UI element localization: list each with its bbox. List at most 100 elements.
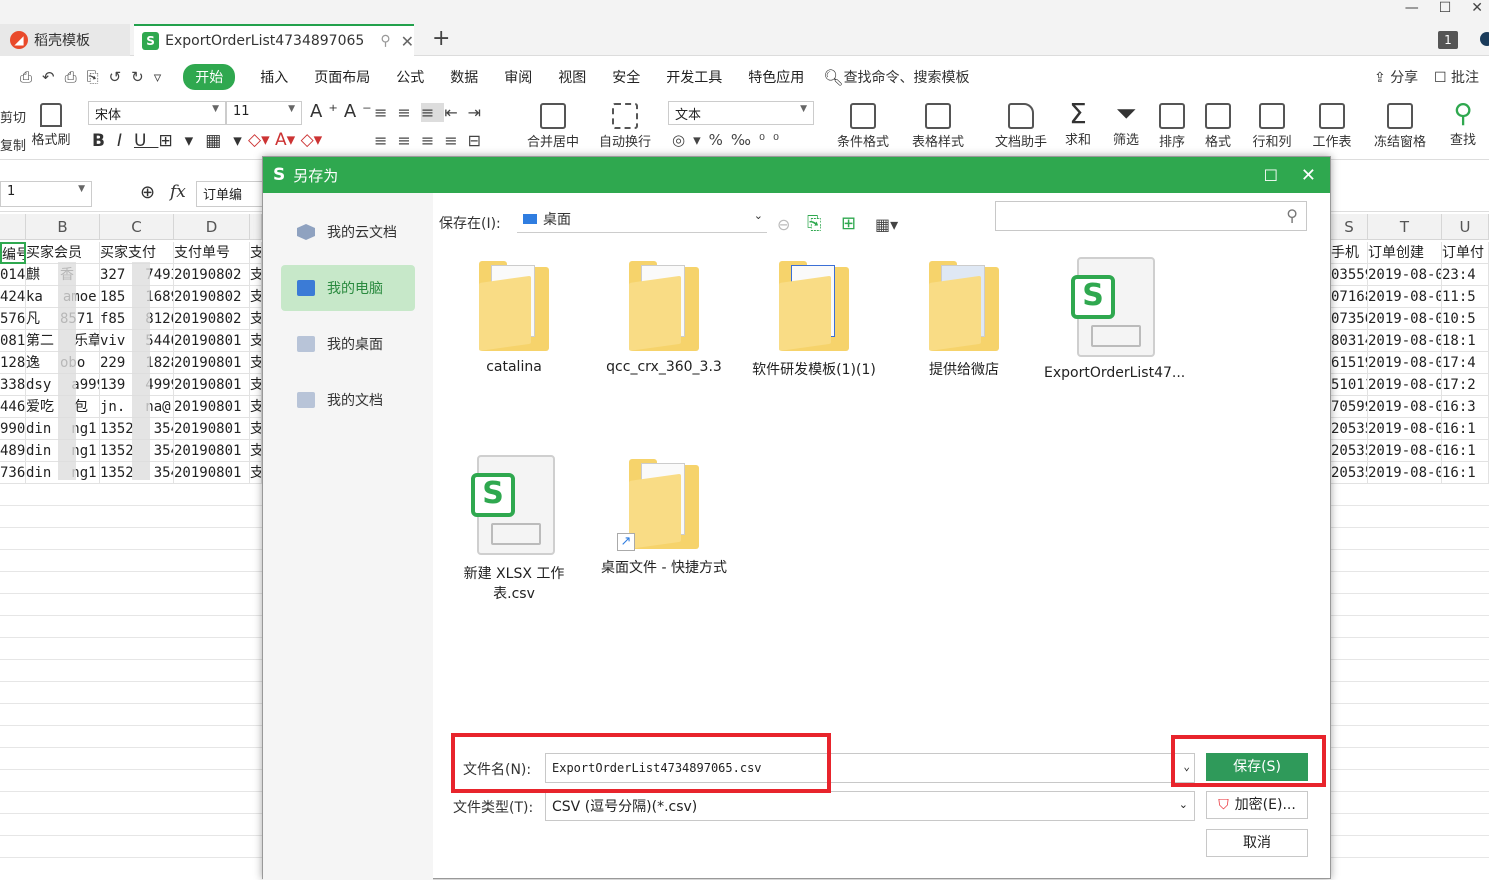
cell[interactable]: 2019-08-01 <box>1368 396 1442 418</box>
column-header-D[interactable]: D <box>174 214 250 240</box>
cell[interactable]: 支 <box>250 352 262 374</box>
cell[interactable]: 买家会员 <box>26 242 100 264</box>
cell[interactable]: 支 <box>250 440 262 462</box>
up-folder-icon[interactable]: ⎘ <box>807 213 821 234</box>
cell[interactable]: 编号 <box>0 242 26 264</box>
menu-data[interactable]: 数据 <box>437 67 491 87</box>
tab-docer-templates[interactable]: ◢ 稻壳模板 <box>0 24 130 56</box>
align-bottom-icons[interactable]: ≡≡≡≡⊟ <box>374 131 491 150</box>
file-item-desktop-shortcut[interactable]: ↗ 桌面文件 - 快捷方式 <box>594 459 734 577</box>
cell[interactable]: 2019-08-02 <box>1368 264 1442 286</box>
cell[interactable]: 20190801 <box>174 330 250 352</box>
column-header-S[interactable]: S <box>1331 214 1368 240</box>
share-button[interactable]: ⇪ 分享 <box>1374 67 1418 87</box>
cell[interactable]: 2019-08-01 <box>1368 418 1442 440</box>
format-button[interactable]: 格式 <box>1198 103 1238 150</box>
find-button[interactable]: ⚲ 查找 <box>1440 99 1486 148</box>
font-grow-shrink-icons[interactable]: A⁺A⁻ <box>310 101 378 122</box>
column-header-T[interactable]: T <box>1368 214 1442 240</box>
view-mode-icon[interactable]: ▦▾ <box>875 215 898 234</box>
empty-row[interactable] <box>0 594 262 616</box>
empty-row[interactable] <box>0 638 262 660</box>
cell[interactable]: 70599 <box>1331 396 1368 418</box>
sidebar-item-my-documents[interactable]: 我的文档 <box>281 377 415 423</box>
cell[interactable]: 16:3 <box>1442 396 1489 418</box>
cell[interactable]: 07350 <box>1331 308 1368 330</box>
cut-button[interactable]: 剪切 <box>0 107 26 126</box>
cell[interactable]: 支 <box>250 462 262 484</box>
cell[interactable]: 订单付 <box>1442 242 1489 264</box>
new-tab-button[interactable]: + <box>432 26 450 51</box>
close-window-icon[interactable]: ✕ <box>1471 0 1483 20</box>
cell[interactable]: 0819 <box>0 330 26 352</box>
menu-developer[interactable]: 开发工具 <box>653 67 735 87</box>
close-dialog-icon[interactable]: ✕ <box>1301 165 1316 186</box>
menu-features[interactable]: 特色应用 <box>735 67 817 87</box>
file-item-dev-template[interactable]: 软件研发模板(1)(1) <box>744 261 884 379</box>
location-select[interactable]: 桌面 ⌄ <box>517 209 767 233</box>
cell[interactable]: 20190801 <box>174 352 250 374</box>
empty-row[interactable] <box>1331 616 1489 638</box>
file-item-weidian[interactable]: 提供给微店 <box>894 261 1034 379</box>
empty-row[interactable] <box>0 770 262 792</box>
cancel-button[interactable]: 取消 <box>1206 829 1308 857</box>
empty-row[interactable] <box>0 506 262 528</box>
empty-row[interactable] <box>1331 704 1489 726</box>
cell[interactable]: 4898 <box>0 440 26 462</box>
maximize-icon[interactable]: ☐ <box>1439 0 1452 20</box>
copy-button[interactable]: 复制 <box>0 135 26 154</box>
menu-start[interactable]: 开始 <box>183 64 236 90</box>
cell[interactable]: 20190801 <box>174 440 250 462</box>
empty-row[interactable] <box>0 682 262 704</box>
cell[interactable]: 16:1 <box>1442 418 1489 440</box>
sidebar-item-cloud-docs[interactable]: 我的云文档 <box>281 209 415 255</box>
cell[interactable]: 订单创建 <box>1368 242 1442 264</box>
cell[interactable]: 手机 <box>1331 242 1368 264</box>
empty-row[interactable] <box>0 836 262 858</box>
empty-row[interactable] <box>1331 484 1489 506</box>
doc-assistant-button[interactable]: 文档助手 <box>988 103 1054 150</box>
empty-row[interactable] <box>0 550 262 572</box>
column-header-U[interactable]: U <box>1442 214 1489 240</box>
cell[interactable]: 4242 <box>0 286 26 308</box>
number-format-icons[interactable]: ◎▾%‰⁰⁰ <box>672 131 787 149</box>
cell[interactable]: 2019-08-02 <box>1368 286 1442 308</box>
cell[interactable]: 51011 <box>1331 374 1368 396</box>
wrap-text-button[interactable]: 自动换行 <box>592 103 658 150</box>
empty-row[interactable] <box>1331 682 1489 704</box>
quick-access-icons[interactable]: ⎙↶⎙⎘↺↻▿ <box>20 68 171 86</box>
cell[interactable]: 2019-08-01 <box>1368 440 1442 462</box>
file-item-export-order[interactable]: S ExportOrderList47... <box>1044 257 1185 381</box>
column-header-A[interactable] <box>0 214 26 240</box>
sort-button[interactable]: 排序 <box>1152 103 1192 150</box>
cell[interactable]: 支 <box>250 308 262 330</box>
font-color-icon[interactable]: ◇▾ A▾ ◇▾ <box>248 130 322 150</box>
pin-icon[interactable]: ⚲ <box>380 33 390 49</box>
cell[interactable]: 5768 <box>0 308 26 330</box>
fx-icon[interactable]: fx <box>170 182 186 202</box>
worksheet-button[interactable]: 工作表 <box>1304 103 1360 150</box>
comment-button[interactable]: ☐ 批注 <box>1434 67 1479 87</box>
conditional-format-button[interactable]: 条件格式 <box>828 103 898 150</box>
empty-row[interactable] <box>1331 528 1489 550</box>
encrypt-button[interactable]: ⛉ 加密(E)... <box>1206 791 1308 819</box>
font-style-icons[interactable]: BIU⊞▾▦▾ <box>92 131 254 151</box>
cell[interactable]: 20190802 <box>174 308 250 330</box>
cell[interactable]: 10:5 <box>1442 308 1489 330</box>
minimize-icon[interactable]: — <box>1405 0 1419 20</box>
cell[interactable]: 支 <box>250 396 262 418</box>
cell[interactable]: 20535 <box>1331 418 1368 440</box>
cell[interactable]: 17:2 <box>1442 374 1489 396</box>
filter-button[interactable]: ⏷ 筛选 <box>1104 99 1148 148</box>
empty-row[interactable] <box>1331 836 1489 858</box>
zoom-formula-icon[interactable]: ⊕ <box>140 182 155 203</box>
cell[interactable]: 9907 <box>0 418 26 440</box>
empty-row[interactable] <box>1331 660 1489 682</box>
cell[interactable]: 16:1 <box>1442 440 1489 462</box>
empty-row[interactable] <box>0 572 262 594</box>
cell[interactable]: 2019-08-01 <box>1368 374 1442 396</box>
cell[interactable]: 1280 <box>0 352 26 374</box>
cell[interactable]: 支 <box>250 374 262 396</box>
empty-row[interactable] <box>1331 594 1489 616</box>
empty-row[interactable] <box>0 528 262 550</box>
